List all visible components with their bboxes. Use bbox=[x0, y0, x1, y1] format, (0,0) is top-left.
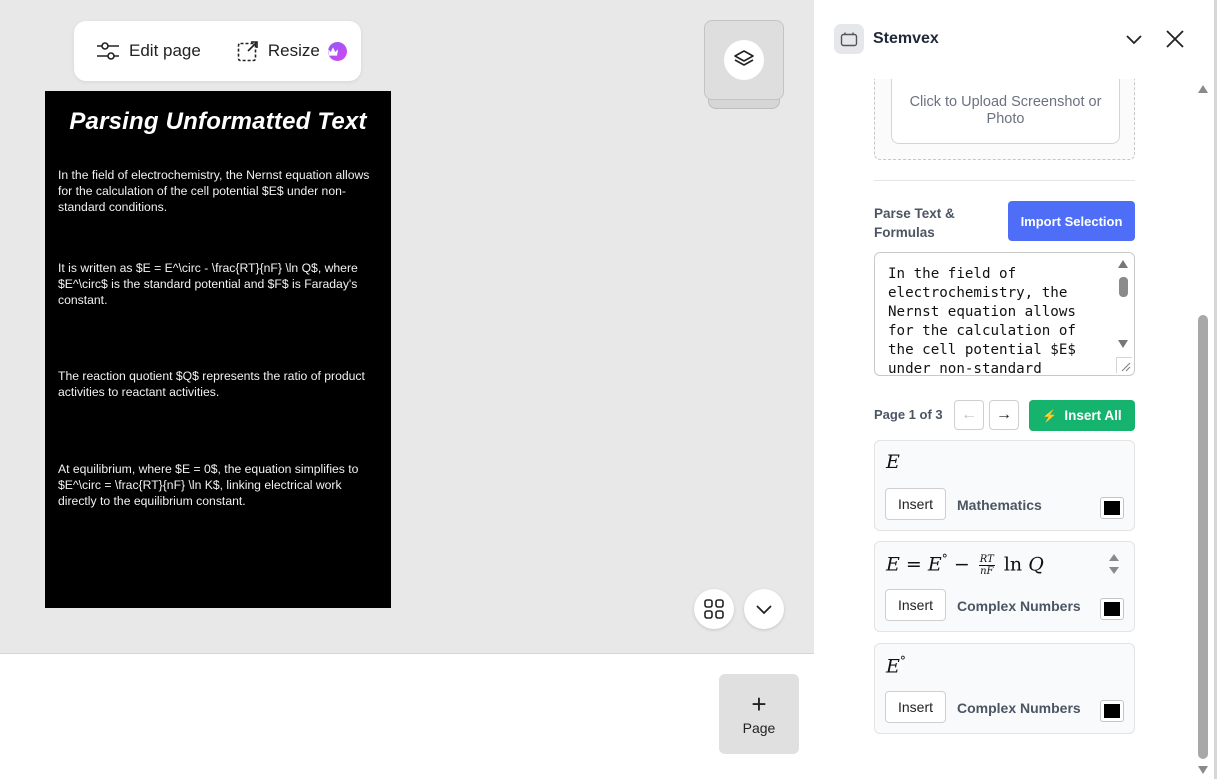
page-strip bbox=[0, 653, 814, 779]
formula-fraction: RT nF bbox=[978, 553, 995, 577]
insert-all-label: Insert All bbox=[1064, 408, 1122, 423]
pager-label: Page 1 of 3 bbox=[874, 407, 943, 422]
chevron-down-icon bbox=[756, 605, 772, 615]
lightning-icon: ⚡ bbox=[1042, 408, 1058, 423]
layers-stack-front bbox=[704, 20, 784, 100]
chevron-down-icon[interactable] bbox=[1123, 28, 1145, 50]
document-title: Parsing Unformatted Text bbox=[69, 108, 367, 135]
color-swatch[interactable] bbox=[1100, 598, 1124, 620]
add-page-label: Page bbox=[742, 720, 776, 736]
fraction-denominator: nF bbox=[980, 565, 994, 577]
formula-minus: − bbox=[953, 553, 970, 576]
insert-button[interactable]: Insert bbox=[885, 691, 946, 723]
page-toolbar: Edit page Resize bbox=[74, 21, 361, 81]
edit-page-label: Edit page bbox=[129, 41, 201, 60]
category-label: Complex Numbers bbox=[957, 598, 1081, 614]
document-paragraph: It is written as $E = E^\circ - \frac{RT… bbox=[58, 261, 358, 307]
formula-q: Q bbox=[1028, 553, 1044, 576]
formula-e: E bbox=[927, 553, 942, 576]
scroll-up-arrow-icon[interactable] bbox=[1197, 84, 1209, 94]
parse-textarea-value: In the field of electrochemistry, the Ne… bbox=[888, 266, 1076, 376]
stemvex-panel: Click to Upload Screenshot or Photo Pars… bbox=[814, 0, 1217, 779]
plus-icon: + bbox=[751, 689, 767, 719]
formula-ln: ln bbox=[1003, 553, 1023, 576]
swatch-fill bbox=[1104, 602, 1120, 616]
layers-button[interactable] bbox=[704, 20, 784, 109]
grid-icon bbox=[704, 599, 724, 619]
import-selection-button[interactable]: Import Selection bbox=[1008, 201, 1135, 241]
resize-icon bbox=[237, 41, 258, 62]
document-page[interactable]: Parsing Unformatted Text In the field of… bbox=[45, 91, 391, 608]
sliders-icon bbox=[97, 42, 119, 60]
formula-card: E Insert Mathematics bbox=[874, 440, 1135, 531]
parse-section-label: Parse Text & Formulas bbox=[874, 206, 955, 240]
upload-text: Click to Upload Screenshot or Photo bbox=[909, 94, 1102, 127]
grid-view-button[interactable] bbox=[694, 589, 734, 629]
resize-label: Resize bbox=[267, 41, 320, 60]
formula-circ: ° bbox=[899, 654, 906, 668]
swatch-fill bbox=[1104, 501, 1120, 515]
close-icon[interactable] bbox=[1164, 28, 1186, 50]
formula-preview: E = E° − RT nF ln Q bbox=[886, 552, 1044, 577]
expand-pages-button[interactable] bbox=[744, 589, 784, 629]
document-paragraph: The reaction quotient $Q$ represents the… bbox=[58, 369, 365, 399]
textarea-scroll-thumb[interactable] bbox=[1119, 277, 1128, 297]
category-label: Mathematics bbox=[957, 497, 1042, 513]
scroll-down-arrow-icon[interactable] bbox=[1197, 765, 1209, 775]
section-divider bbox=[874, 180, 1135, 181]
arrow-down-icon[interactable] bbox=[1108, 566, 1120, 575]
upload-screenshot-button[interactable]: Click to Upload Screenshot or Photo bbox=[891, 79, 1120, 144]
formula-card: E = E° − RT nF ln Q Insert Complex Numbe… bbox=[874, 541, 1135, 632]
app-title: Stemvex bbox=[873, 30, 939, 47]
canvas-area: Edit page Resize Parsing Unformatted Tex… bbox=[0, 0, 814, 653]
arrow-up-icon[interactable] bbox=[1108, 553, 1120, 562]
card-reorder-control[interactable] bbox=[1108, 553, 1120, 575]
next-page-button[interactable]: → bbox=[989, 400, 1019, 430]
color-swatch[interactable] bbox=[1100, 700, 1124, 722]
add-page-button[interactable]: + Page bbox=[719, 674, 799, 754]
document-paragraph: At equilibrium, where $E = 0$, the equat… bbox=[58, 462, 359, 508]
insert-button[interactable]: Insert bbox=[885, 488, 946, 520]
formula-equals: = bbox=[905, 553, 922, 576]
formula-preview: E bbox=[886, 451, 900, 473]
panel-scrollbar-thumb[interactable] bbox=[1198, 315, 1208, 759]
swatch-fill bbox=[1104, 704, 1120, 718]
panel-header: Stemvex bbox=[814, 0, 1217, 79]
fraction-numerator: RT bbox=[978, 553, 995, 566]
textarea-resize-handle[interactable] bbox=[1116, 357, 1132, 373]
insert-all-button[interactable]: ⚡ Insert All bbox=[1029, 400, 1135, 431]
upload-dropzone: Click to Upload Screenshot or Photo bbox=[874, 79, 1135, 160]
formula-circ: ° bbox=[941, 552, 948, 566]
category-label: Complex Numbers bbox=[957, 700, 1081, 716]
insert-button[interactable]: Insert bbox=[885, 589, 946, 621]
formula-card: E° Insert Complex Numbers bbox=[874, 643, 1135, 734]
previous-page-button[interactable]: ← bbox=[954, 400, 984, 430]
scroll-up-arrow-icon[interactable] bbox=[1117, 259, 1129, 269]
document-paragraph: In the field of electrochemistry, the Ne… bbox=[58, 168, 370, 214]
resize-button[interactable]: Resize bbox=[237, 40, 347, 62]
edit-page-button[interactable]: Edit page bbox=[96, 41, 201, 61]
formula-preview: E° bbox=[886, 654, 906, 677]
color-swatch[interactable] bbox=[1100, 497, 1124, 519]
crown-icon bbox=[327, 41, 347, 61]
layers-icon bbox=[724, 40, 764, 80]
formula-lhs: E bbox=[886, 553, 900, 576]
formula-text: E bbox=[886, 655, 900, 678]
formula-text: E bbox=[886, 451, 900, 473]
app-icon bbox=[834, 24, 864, 54]
scroll-down-arrow-icon[interactable] bbox=[1117, 339, 1129, 349]
parse-textarea[interactable]: In the field of electrochemistry, the Ne… bbox=[874, 252, 1135, 376]
